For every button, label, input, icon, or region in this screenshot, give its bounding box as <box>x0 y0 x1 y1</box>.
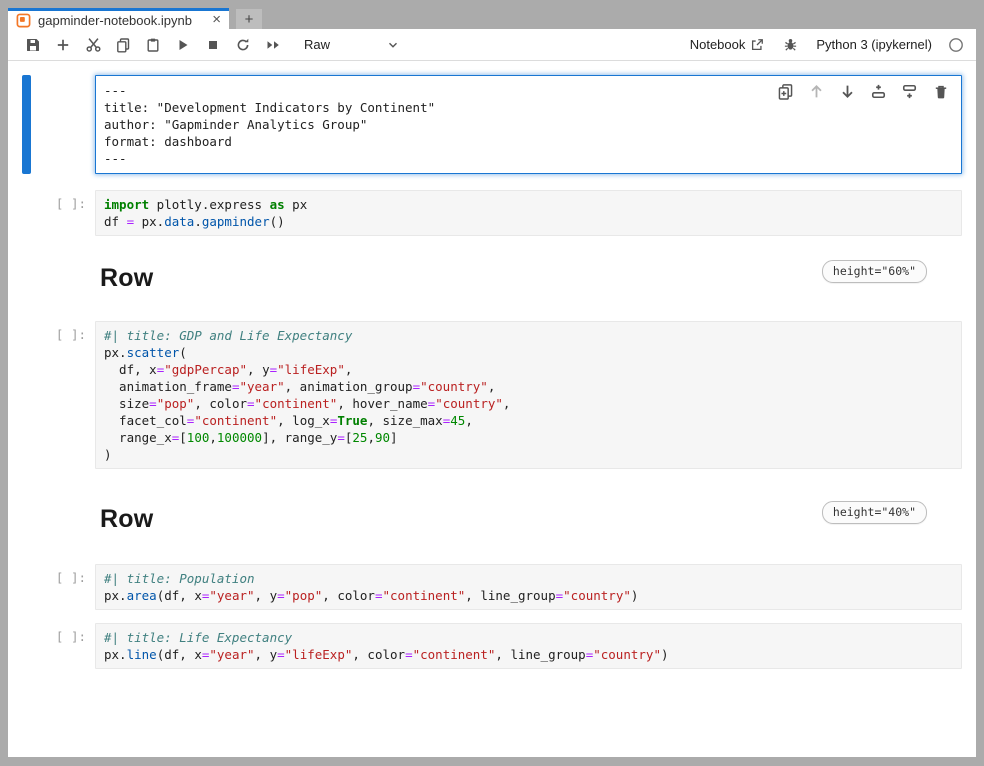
duplicate-cell-button[interactable] <box>777 83 794 100</box>
code-text: #| title: GDP and Life Expectancy px.sca… <box>104 327 953 463</box>
notebook-cell-markdown[interactable]: Row height="60%" <box>8 250 976 303</box>
notebook-view-switcher[interactable]: Notebook <box>690 37 765 52</box>
cell-editor[interactable]: #| title: GDP and Life Expectancy px.sca… <box>95 321 962 469</box>
cell-type-value: Raw <box>304 37 330 52</box>
code-text: import plotly.express as px df = px.data… <box>104 196 953 230</box>
duplicate-cell-icon <box>777 83 794 100</box>
cell-prompt: [ ]: <box>8 564 95 610</box>
notebook-cell-code[interactable]: [ ]:#| title: GDP and Life Expectancy px… <box>8 321 976 469</box>
insert-above-icon <box>870 83 887 100</box>
kernel-name[interactable]: Python 3 (ipykernel) <box>816 37 932 52</box>
restart-run-all-button[interactable] <box>263 35 283 55</box>
cut-cells-icon <box>85 36 102 53</box>
notebook-cell-raw[interactable]: --- title: "Development Indicators by Co… <box>8 75 976 174</box>
run-cell-button[interactable] <box>173 35 193 55</box>
app-window: gapminder-notebook.ipynb × + Raw Noteboo… <box>0 0 984 766</box>
notebook-cell-code[interactable]: [ ]: #| title: Population px.area(df, x="… <box>8 564 976 610</box>
move-down-icon <box>839 83 856 100</box>
active-cell-collapser[interactable] <box>22 75 31 174</box>
notebook-file-icon <box>16 13 31 28</box>
kernel-status-icon <box>948 37 964 53</box>
delete-cell-icon <box>933 84 949 100</box>
section-heading: Row <box>100 505 153 534</box>
add-cell-button[interactable] <box>53 35 73 55</box>
cell-editor[interactable]: Row height="60%" <box>95 250 962 303</box>
code-text: #| title: Life Expectancy px.line(df, x=… <box>104 629 953 663</box>
restart-run-all-icon <box>265 37 282 53</box>
save-icon <box>25 37 41 53</box>
cell-editor[interactable]: #| title: Population px.area(df, x="year… <box>95 564 962 610</box>
close-tab-icon[interactable]: × <box>210 13 223 27</box>
interrupt-kernel-button[interactable] <box>203 35 223 55</box>
toolbar-left-buttons <box>18 35 288 55</box>
move-down-button[interactable] <box>839 83 856 100</box>
cell-prompt <box>8 250 95 303</box>
notebook-cell-markdown[interactable]: Row height="40%" <box>8 491 976 544</box>
height-attribute-badge: height="40%" <box>822 501 927 524</box>
move-up-icon <box>808 83 825 100</box>
cut-cells-button[interactable] <box>83 35 103 55</box>
notebook-panel: Raw Notebook Python 3 (i <box>8 29 976 757</box>
cell-editor[interactable]: #| title: Life Expectancy px.line(df, x=… <box>95 623 962 669</box>
notebook-toolbar: Raw Notebook Python 3 (i <box>8 29 976 61</box>
cell-prompt <box>8 491 95 544</box>
save-button[interactable] <box>23 35 43 55</box>
cell-editor[interactable]: Row height="40%" <box>95 491 962 544</box>
code-text: #| title: Population px.area(df, x="year… <box>104 570 953 604</box>
cell-editor[interactable]: --- title: "Development Indicators by Co… <box>95 75 962 174</box>
tab-gapminder-notebook[interactable]: gapminder-notebook.ipynb × <box>8 8 229 29</box>
debugger-button[interactable] <box>780 35 800 55</box>
external-link-icon <box>750 38 764 52</box>
bug-icon <box>783 37 798 52</box>
plus-icon: + <box>245 11 254 28</box>
cell-prompt: [ ]: <box>8 321 95 469</box>
paste-cells-icon <box>145 37 161 53</box>
notebook-cell-code[interactable]: [ ]: import plotly.express as px df = px.… <box>8 190 976 236</box>
copy-cells-button[interactable] <box>113 35 133 55</box>
interrupt-kernel-icon <box>205 37 221 53</box>
copy-cells-icon <box>115 37 131 53</box>
toolbar-right: Notebook Python 3 (ipykernel) <box>690 35 964 55</box>
chevron-down-icon <box>386 38 400 52</box>
notebook-cell-code[interactable]: [ ]: #| title: Life Expectancy px.line(df… <box>8 623 976 669</box>
add-cell-icon <box>55 37 71 53</box>
cell-editor[interactable]: import plotly.express as px df = px.data… <box>95 190 962 236</box>
delete-cell-button[interactable] <box>932 83 949 100</box>
cell-prompt: [ ]: <box>8 190 95 236</box>
run-cell-icon <box>175 37 191 53</box>
restart-kernel-button[interactable] <box>233 35 253 55</box>
insert-above-button[interactable] <box>870 83 887 100</box>
cell-action-toolbar <box>777 83 949 100</box>
cell-list: --- title: "Development Indicators by Co… <box>8 75 976 669</box>
insert-below-button[interactable] <box>901 83 918 100</box>
restart-kernel-icon <box>235 37 251 53</box>
section-heading: Row <box>100 264 153 293</box>
paste-cells-button[interactable] <box>143 35 163 55</box>
new-tab-button[interactable]: + <box>236 9 262 29</box>
tab-bar: gapminder-notebook.ipynb × + <box>0 0 984 29</box>
move-up-button[interactable] <box>808 83 825 100</box>
cell-type-dropdown[interactable]: Raw <box>304 37 400 52</box>
notebook-view-label: Notebook <box>690 37 746 52</box>
cell-prompt: [ ]: <box>8 623 95 669</box>
height-attribute-badge: height="60%" <box>822 260 927 283</box>
tab-title: gapminder-notebook.ipynb <box>38 13 206 28</box>
insert-below-icon <box>901 83 918 100</box>
notebook-content: --- title: "Development Indicators by Co… <box>8 61 976 757</box>
